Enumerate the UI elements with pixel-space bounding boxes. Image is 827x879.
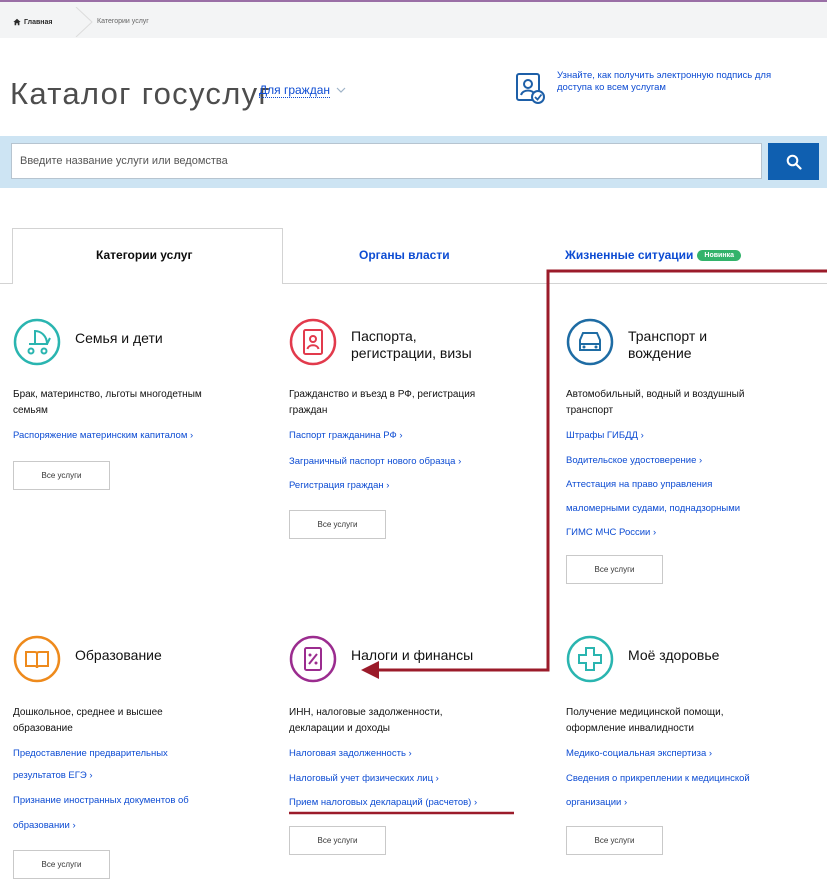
category-description: ИНН, налоговые задолженности, <box>289 707 443 718</box>
category-description: Дошкольное, среднее и высшее <box>13 707 163 718</box>
category-title[interactable]: регистрации, визы <box>351 345 472 362</box>
category-service-link[interactable]: Водительское удостоверение › <box>566 455 702 467</box>
category-service-link[interactable]: Признание иностранных документов об <box>13 795 189 807</box>
tab-life-situations-label: Жизненные ситуации <box>565 248 694 262</box>
category-title[interactable]: Транспорт и <box>628 328 707 345</box>
category-service-link[interactable]: Распоряжение материнским капиталом › <box>13 430 193 442</box>
book-icon[interactable] <box>13 635 61 683</box>
all-services-button[interactable]: Все услуги <box>566 826 663 855</box>
category-title[interactable]: Семья и дети <box>75 330 163 347</box>
passport-icon[interactable] <box>289 318 337 366</box>
category-service-link[interactable]: маломерными судами, поднадзорными <box>566 503 740 515</box>
category-service-link[interactable]: Налоговая задолженность › <box>289 748 412 760</box>
car-icon[interactable] <box>566 318 614 366</box>
category-service-link[interactable]: результатов ЕГЭ › <box>13 770 93 782</box>
category-description: Гражданство и въезд в РФ, регистрация <box>289 389 476 400</box>
category-service-link[interactable]: ГИМС МЧС России › <box>566 527 656 539</box>
category-title[interactable]: Налоги и финансы <box>351 647 473 664</box>
category-service-link[interactable]: Медико-социальная экспертиза › <box>566 748 712 760</box>
category-description: образование <box>13 723 73 734</box>
category-service-link[interactable]: Регистрация граждан › <box>289 480 389 492</box>
search-input[interactable] <box>12 144 761 178</box>
category-title[interactable]: Моё здоровье <box>628 647 719 664</box>
category-description: семьям <box>13 405 48 416</box>
category-service-link[interactable]: образовании › <box>13 820 76 832</box>
category-service-link[interactable]: Предоставление предварительных <box>13 748 168 760</box>
category-description: оформление инвалидности <box>566 723 695 734</box>
e-signature-icon <box>516 73 545 104</box>
tab-categories[interactable]: Категории услуг <box>96 248 192 262</box>
category-service-link[interactable]: Штрафы ГИБДД › <box>566 430 644 442</box>
category-service-link[interactable]: организации › <box>566 797 627 809</box>
breadcrumb: Главная Категории услуг <box>0 2 827 38</box>
tab-life-situations[interactable]: Жизненные ситуации Новинка <box>565 248 741 262</box>
category-service-link[interactable]: Налоговый учет физических лиц › <box>289 773 439 785</box>
home-icon <box>13 18 21 26</box>
category-description: Получение медицинской помощи, <box>566 707 724 718</box>
category-description: транспорт <box>566 405 614 416</box>
audience-selector-label: Для граждан <box>259 83 331 98</box>
category-service-link[interactable]: Паспорт гражданина РФ › <box>289 430 403 442</box>
audience-selector[interactable]: Для граждан <box>259 83 346 98</box>
category-title[interactable]: Паспорта, <box>351 328 417 345</box>
category-service-link[interactable]: Аттестация на право управления <box>566 479 712 491</box>
breadcrumb-current: Категории услуг <box>97 18 149 25</box>
stroller-icon[interactable] <box>13 318 61 366</box>
search-icon <box>786 154 802 170</box>
category-title[interactable]: Образование <box>75 647 162 664</box>
category-description: граждан <box>289 405 328 416</box>
breadcrumb-home-label: Главная <box>24 18 53 26</box>
all-services-button[interactable]: Все услуги <box>289 510 386 539</box>
breadcrumb-separator <box>75 7 93 37</box>
breadcrumb-home[interactable]: Главная <box>13 18 52 26</box>
all-services-button[interactable]: Все услуги <box>13 850 110 879</box>
category-description: Брак, материнство, льготы многодетным <box>13 389 202 400</box>
search-bar <box>0 136 827 188</box>
search-button[interactable] <box>768 143 819 180</box>
e-signature-link[interactable]: Узнайте, как получить электронную подпис… <box>557 70 807 94</box>
new-badge: Новинка <box>697 249 741 261</box>
medical-cross-icon[interactable] <box>566 635 614 683</box>
tax-document-icon[interactable] <box>289 635 337 683</box>
category-service-link[interactable]: Сведения о прикреплении к медицинской <box>566 773 750 785</box>
all-services-button[interactable]: Все услуги <box>13 461 110 490</box>
category-service-link[interactable]: Прием налоговых деклараций (расчетов) › <box>289 797 477 809</box>
page-title: Каталог госуслуг <box>10 76 272 111</box>
all-services-button[interactable]: Все услуги <box>566 555 663 584</box>
category-title[interactable]: вождение <box>628 345 692 362</box>
category-service-link[interactable]: Заграничный паспорт нового образца › <box>289 456 461 468</box>
chevron-down-icon <box>336 87 346 93</box>
tab-authorities[interactable]: Органы власти <box>359 248 450 262</box>
category-description: Автомобильный, водный и воздушный <box>566 389 745 400</box>
all-services-button[interactable]: Все услуги <box>289 826 386 855</box>
category-description: декларации и доходы <box>289 723 390 734</box>
search-field-box <box>11 143 762 179</box>
